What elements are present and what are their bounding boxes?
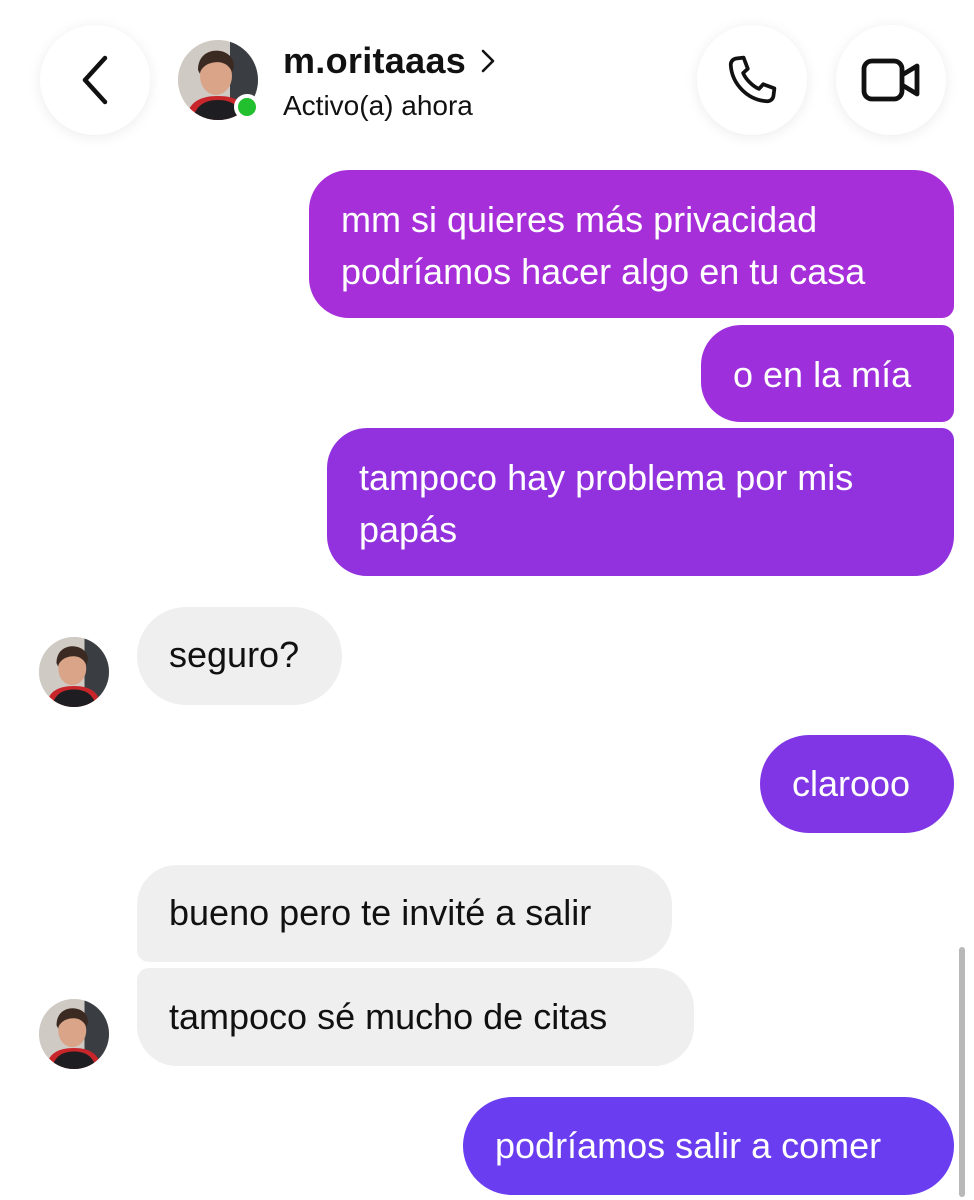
online-status-dot [234, 94, 260, 120]
video-camera-icon [861, 58, 920, 102]
profile-avatar[interactable] [178, 40, 260, 120]
outgoing-message[interactable]: o en la mía [701, 325, 954, 422]
incoming-message[interactable]: bueno pero te invité a salir [137, 865, 672, 962]
phone-icon [728, 55, 777, 104]
chevron-right-icon [481, 49, 495, 73]
outgoing-message[interactable]: podríamos salir a comer [463, 1097, 954, 1195]
outgoing-message[interactable]: clarooo [760, 735, 954, 833]
outgoing-message[interactable]: tampoco hay problema por mis papás [327, 428, 954, 576]
username: m.oritaaas [283, 40, 467, 81]
outgoing-message[interactable]: mm si quieres más privacidad podríamos h… [309, 170, 954, 318]
profile-name-link[interactable]: m.oritaaas [283, 40, 496, 82]
audio-call-button[interactable] [697, 25, 807, 135]
sender-avatar[interactable] [39, 999, 109, 1069]
scrollbar[interactable] [959, 947, 965, 1197]
incoming-message[interactable]: tampoco sé mucho de citas [137, 968, 694, 1066]
video-call-button[interactable] [836, 25, 946, 135]
back-button[interactable] [40, 25, 150, 135]
activity-status: Activo(a) ahora [283, 90, 473, 121]
chevron-left-icon [82, 55, 108, 105]
incoming-message[interactable]: seguro? [137, 607, 342, 705]
chat-header: m.oritaaas Activo(a) ahora [0, 0, 974, 170]
sender-avatar[interactable] [39, 637, 109, 707]
